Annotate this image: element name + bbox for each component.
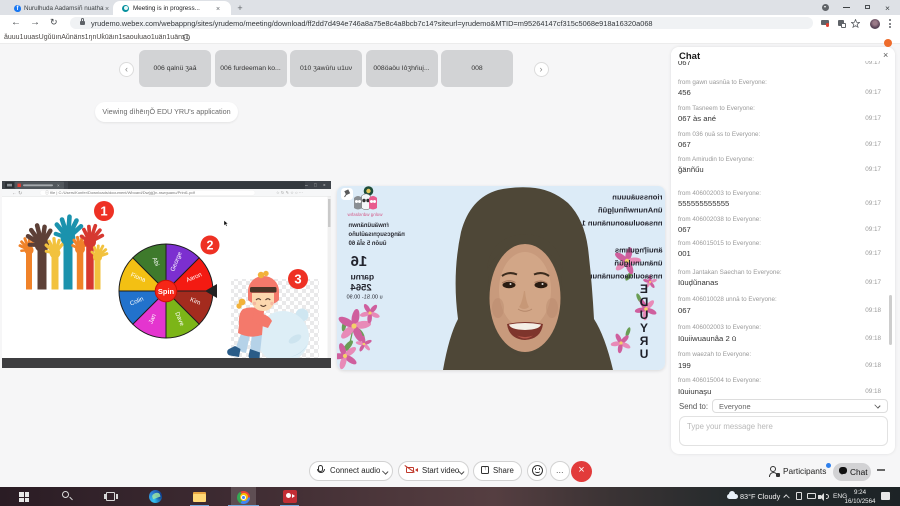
svg-text:D: D (639, 295, 648, 309)
svg-text:3: 3 (294, 272, 301, 287)
svg-text:1: 1 (100, 204, 107, 219)
svg-text:u 00.S1- 00.90: u 00.S1- 00.90 (346, 294, 382, 300)
svg-text:wolng wdnslashw: wolng wdnslashw (346, 212, 382, 217)
svg-text:2: 2 (207, 238, 214, 252)
svg-text:R: R (639, 334, 648, 348)
svg-text:Y: Y (639, 321, 647, 335)
svg-text:ünAnunwñnuļgūñ: ünAnunwñnuļgūñ (597, 205, 662, 214)
svg-text:rionssuäuuun: rionssuäuuun (611, 192, 662, 201)
svg-text:Spin: Spin (158, 287, 175, 296)
svg-text:U: U (639, 308, 648, 322)
svg-text:nnsaοuluaοnunänun 1: nnsaοuluaοnunänun 1 (580, 218, 662, 227)
svg-text:← ↻: ← ↻ (12, 190, 22, 196)
svg-text:×: × (323, 183, 326, 188)
svg-text:ūuōn 5 sĪā 60: ūuōn 5 sĪā 60 (347, 240, 386, 247)
svg-text:nnsaοuluaοnunänun: nnsaοuluaοnunänun (587, 271, 662, 280)
svg-text:ŕnwäuünänwn: ŕnwäuünänwn (348, 223, 389, 229)
svg-text:☆ ↻ ✎ ☆ ○ ⋯: ☆ ↻ ✎ ☆ ○ ⋯ (276, 190, 303, 195)
svg-text:ⓘ file | C:/Users/Konfer/Downl: ⓘ file | C:/Users/Konfer/Downloads/docum… (45, 189, 196, 195)
svg-text:E: E (639, 282, 647, 296)
svg-text:×: × (57, 183, 60, 188)
svg-text:16: 16 (350, 253, 367, 270)
svg-text:änuiļŉgulıms: änuiļŉgulıms (614, 245, 662, 254)
svg-text:□: □ (314, 183, 317, 188)
svg-text:qarnu: qarnu (350, 271, 374, 281)
svg-text:U: U (639, 347, 648, 361)
svg-text:–: – (305, 183, 308, 189)
svg-text:nängcsuçnısaŭluño: nängcsuçnısaŭluño (348, 232, 405, 238)
svg-text:ünänunuļgūñ: ünänunuļgūñ (614, 258, 662, 267)
svg-text:2564: 2564 (349, 282, 371, 293)
